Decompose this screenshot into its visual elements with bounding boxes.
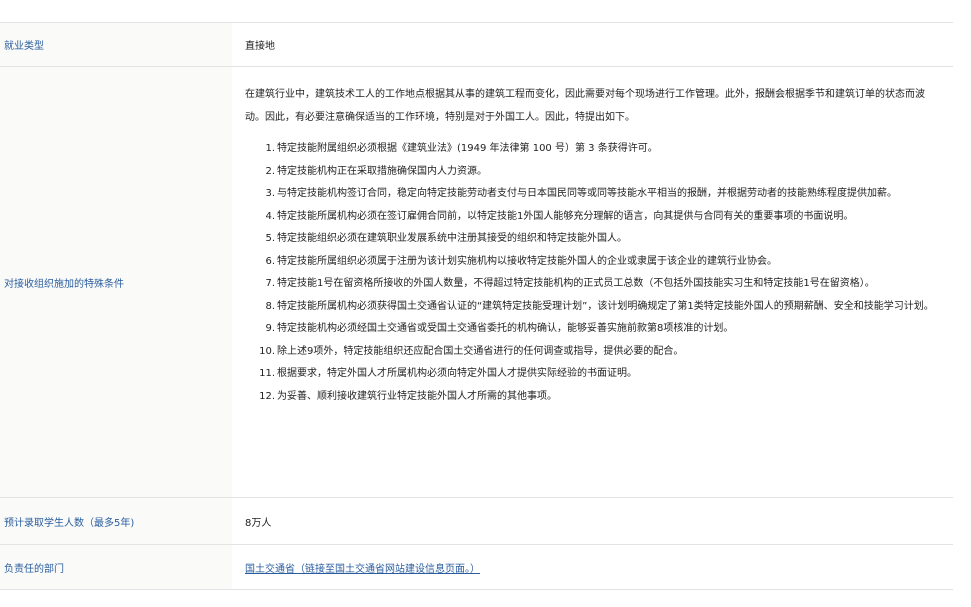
info-table: 就业类型 直接地 对接收组织施加的特殊条件 在建筑行业中，建筑技术工人的工作地点…: [0, 22, 953, 590]
condition-item-1: 1. 特定技能附属组织必须根据《建筑业法》(1949 年法律第 100 号）第 …: [245, 138, 939, 161]
condition-number: 8.: [265, 300, 275, 312]
conditions-list: 1. 特定技能附属组织必须根据《建筑业法》(1949 年法律第 100 号）第 …: [245, 138, 939, 408]
condition-text: 与特定技能机构签订合同，稳定向特定技能劳动者支付与日本国民同等或同等技能水平相当…: [277, 188, 897, 199]
condition-number: 10.: [259, 345, 275, 357]
condition-text: 特定技能机构必须经国土交通省或受国土交通省委托的机构确认，能够妥善实施前款第8项…: [277, 323, 734, 334]
condition-item-7: 7. 特定技能1号在留资格所接收的外国人数量，不得超过特定技能机构的正式员工总数…: [245, 273, 939, 296]
condition-text: 根据要求，特定外国人才所属机构必须向特定外国人才提供实际经验的书面证明。: [277, 368, 637, 379]
employment-type-label: 就业类型: [0, 23, 232, 66]
condition-item-5: 5. 特定技能组织必须在建筑职业发展系统中注册其接受的组织和特定技能外国人。: [245, 228, 939, 251]
condition-text: 特定技能组织必须在建筑职业发展系统中注册其接受的组织和特定技能外国人。: [277, 233, 627, 244]
condition-text: 特定技能机构正在采取措施确保国内人力资源。: [277, 165, 487, 177]
special-conditions-intro: 在建筑行业中，建筑技术工人的工作地点根据其从事的建筑工程而变化，因此需要对每个现…: [245, 89, 925, 123]
condition-item-3: 3. 与特定技能机构签订合同，稳定向特定技能劳动者支付与日本国民同等或同等技能水…: [245, 183, 939, 206]
condition-number: 2.: [265, 165, 275, 177]
condition-number: 6.: [265, 255, 275, 267]
condition-text: 为妥善、顺利接收建筑行业特定技能外国人才所需的其他事项。: [277, 390, 557, 402]
condition-item-6: 6. 特定技能所属组织必须属于注册为该计划实施机构以接收特定技能外国人的企业或隶…: [245, 251, 939, 274]
condition-number: 7.: [265, 278, 275, 289]
table-row-expected-students: 预计录取学生人数（最多5年) 8万人: [0, 498, 953, 545]
condition-item-11: 11. 根据要求，特定外国人才所属机构必须向特定外国人才提供实际经验的书面证明。: [245, 363, 939, 386]
condition-text: 特定技能所属机构必须获得国土交通省认证的“建筑特定技能受理计划”，该计划明确规定…: [277, 300, 934, 312]
condition-number: 3.: [265, 188, 275, 199]
table-row-employment-type: 就业类型 直接地: [0, 23, 953, 67]
table-row-special-conditions: 对接收组织施加的特殊条件 在建筑行业中，建筑技术工人的工作地点根据其从事的建筑工…: [0, 67, 953, 498]
condition-text: 特定技能附属组织必须根据《建筑业法》(1949 年法律第 100 号）第 3 条…: [277, 143, 658, 154]
condition-text: 特定技能1号在留资格所接收的外国人数量，不得超过特定技能机构的正式员工总数（不包…: [277, 278, 875, 289]
condition-text: 特定技能所属机构必须在签订雇佣合同前，以特定技能1外国人能够充分理解的语言，向其…: [277, 210, 854, 222]
employment-type-value: 直接地: [245, 41, 275, 52]
condition-number: 11.: [259, 368, 275, 379]
condition-text: 除上述9项外，特定技能组织还应配合国土交通省进行的任何调查或指导，提供必要的配合…: [277, 345, 684, 357]
condition-item-9: 9. 特定技能机构必须经国土交通省或受国土交通省委托的机构确认，能够妥善实施前款…: [245, 318, 939, 341]
responsible-department-value: 国土交通省（链接至国土交通省网站建设信息页面。）: [232, 545, 953, 589]
condition-item-8: 8. 特定技能所属机构必须获得国土交通省认证的“建筑特定技能受理计划”，该计划明…: [245, 296, 939, 319]
condition-number: 12.: [259, 390, 275, 402]
table-row-responsible-department: 负责任的部门 国土交通省（链接至国土交通省网站建设信息页面。）: [0, 545, 953, 590]
expected-students-value: 8万人: [245, 517, 272, 529]
expected-students-label: 预计录取学生人数（最多5年): [0, 498, 232, 544]
condition-text: 特定技能所属组织必须属于注册为该计划实施机构以接收特定技能外国人的企业或隶属于该…: [277, 255, 777, 267]
special-conditions-label: 对接收组织施加的特殊条件: [0, 67, 232, 497]
ministry-link[interactable]: 国土交通省（链接至国土交通省网站建设信息页面。）: [245, 560, 480, 575]
condition-number: 5.: [265, 233, 275, 244]
special-conditions-value: 在建筑行业中，建筑技术工人的工作地点根据其从事的建筑工程而变化，因此需要对每个现…: [232, 67, 953, 497]
condition-number: 1.: [265, 143, 275, 154]
responsible-department-label: 负责任的部门: [0, 545, 232, 589]
condition-item-4: 4. 特定技能所属机构必须在签订雇佣合同前，以特定技能1外国人能够充分理解的语言…: [245, 206, 939, 229]
condition-number: 4.: [265, 210, 275, 222]
condition-item-12: 12. 为妥善、顺利接收建筑行业特定技能外国人才所需的其他事项。: [245, 386, 939, 409]
condition-number: 9.: [265, 323, 275, 334]
page: 就业类型 直接地 对接收组织施加的特殊条件 在建筑行业中，建筑技术工人的工作地点…: [0, 0, 971, 607]
condition-item-10: 10. 除上述9项外，特定技能组织还应配合国土交通省进行的任何调查或指导，提供必…: [245, 341, 939, 364]
condition-item-2: 2. 特定技能机构正在采取措施确保国内人力资源。: [245, 161, 939, 184]
